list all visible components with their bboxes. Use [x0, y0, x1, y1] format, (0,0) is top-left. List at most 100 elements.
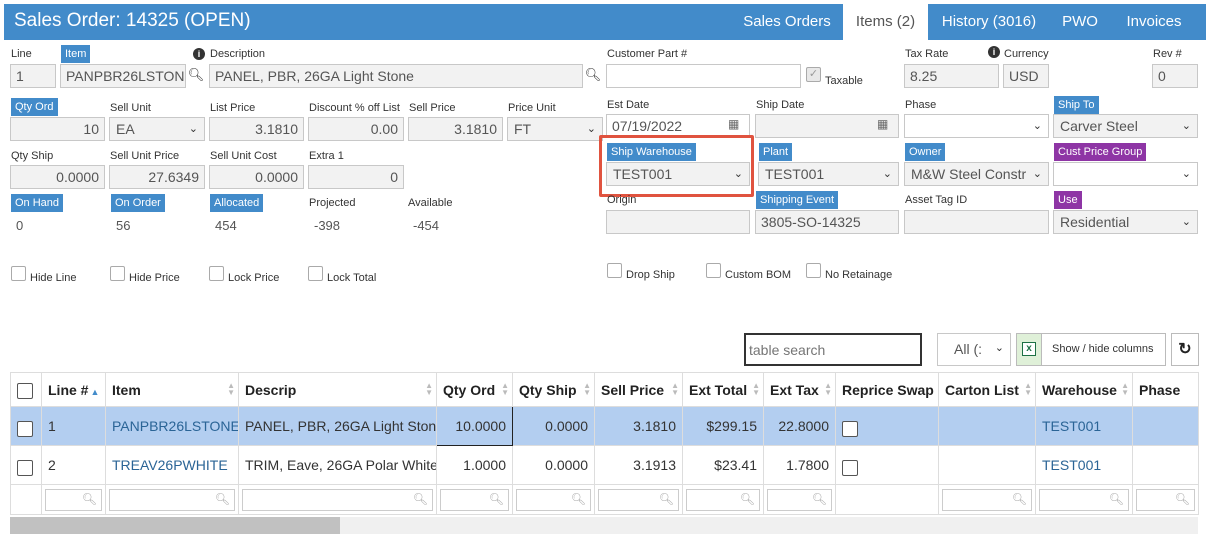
filter-input-descrip[interactable]: 🔍︎ [242, 488, 433, 511]
qty-ship-input[interactable]: 0.0000 [10, 165, 105, 189]
allocated-value: 454 [215, 218, 237, 233]
filter-input-line[interactable]: 🔍︎ [45, 488, 102, 511]
col-item[interactable]: Item ▲ ▼ [105, 372, 239, 407]
table-row[interactable]: 1 PANPBR26LSTONE PANEL, PBR, 26GA Light … [10, 406, 1199, 446]
sell-unit-cost-input[interactable]: 0.0000 [209, 165, 304, 189]
qty-ord-input[interactable]: 10 [10, 117, 105, 141]
col-qty-ship[interactable]: Qty Ship ▲ ▼ [512, 372, 595, 407]
table-row[interactable]: 2 TREAV26PWHITE TRIM, Eave, 26GA Polar W… [10, 445, 1199, 485]
customer-part-input[interactable] [606, 64, 801, 88]
filter-input-ext-total[interactable]: 🔍︎ [686, 488, 760, 511]
origin-label: Origin [607, 194, 637, 206]
discount-input[interactable]: 0.00 [308, 117, 404, 141]
item-search-icon[interactable]: 🔍︎ [186, 64, 206, 88]
row-checkbox[interactable] [17, 460, 33, 476]
shipping-event-input[interactable]: 3805-SO-14325 [755, 210, 899, 234]
col-ext-total[interactable]: Ext Total ▲ ▼ [682, 372, 764, 407]
no-retainage-checkbox[interactable] [806, 263, 821, 278]
tab-history[interactable]: History (3016) [930, 4, 1048, 40]
hide-price-checkbox[interactable] [110, 266, 125, 281]
cell-item-link[interactable]: PANPBR26LSTONE [105, 406, 239, 446]
col-carton-list[interactable]: Carton List ▲ ▼ [938, 372, 1036, 407]
scrollbar-thumb[interactable] [10, 517, 340, 534]
rev-input[interactable]: 0 [1152, 64, 1198, 88]
cell-warehouse-link[interactable]: TEST001 [1035, 445, 1133, 485]
item-input[interactable]: PANPBR26LSTONE [60, 64, 186, 88]
ship-to-select[interactable]: Carver Steel ⌄ [1053, 114, 1198, 138]
tab-invoices[interactable]: Invoices [1112, 4, 1196, 40]
filter-input-ext-tax[interactable]: 🔍︎ [767, 488, 832, 511]
cell-qty-ship: 0.0000 [512, 445, 595, 485]
sort-icon: ▲ ▼ [425, 381, 433, 397]
line-label: Line [11, 48, 32, 60]
tab-sales-orders[interactable]: Sales Orders [732, 4, 842, 40]
info-icon[interactable]: i [193, 48, 205, 60]
description-input[interactable]: PANEL, PBR, 26GA Light Stone [209, 64, 583, 88]
cell-item-link[interactable]: TREAV26PWHITE [105, 445, 239, 485]
filter-input-carton-list[interactable]: 🔍︎ [942, 488, 1032, 511]
currency-input[interactable]: USD [1003, 64, 1049, 88]
taxable-checkbox[interactable]: ✓ [806, 67, 821, 82]
filter-input-sell-price[interactable]: 🔍︎ [598, 488, 679, 511]
col-phase[interactable]: Phase [1132, 372, 1199, 407]
hide-line-checkbox[interactable] [11, 266, 26, 281]
filter-input-qty-ord[interactable]: 🔍︎ [440, 488, 509, 511]
select-all-checkbox[interactable] [17, 382, 33, 399]
col-sell-price[interactable]: Sell Price ▲ ▼ [594, 372, 683, 407]
description-search-icon[interactable]: 🔍︎ [583, 64, 603, 88]
calendar-icon[interactable]: ▦ [877, 117, 888, 131]
col-qty-ord[interactable]: Qty Ord ▲ ▼ [436, 372, 513, 407]
cust-price-group-select[interactable]: ⌄ [1053, 162, 1198, 186]
extra1-input[interactable]: 0 [308, 165, 404, 189]
tab-items[interactable]: Items (2) [843, 4, 928, 40]
phase-select[interactable]: ⌄ [904, 114, 1049, 138]
col-warehouse[interactable]: Warehouse ▲ ▼ [1035, 372, 1133, 407]
show-hide-columns-button[interactable]: x Show / hide columns [1016, 333, 1166, 366]
cell-qty-ord[interactable]: 10.0000 [436, 406, 513, 446]
sort-icon: ▲ ▼ [824, 381, 832, 397]
filter-cell: 🔍︎ [1132, 484, 1199, 515]
refresh-icon[interactable]: ↻ [1171, 333, 1199, 366]
origin-input[interactable] [606, 210, 750, 234]
calendar-icon[interactable]: ▦ [728, 117, 739, 131]
lock-price-checkbox[interactable] [209, 266, 224, 281]
drop-ship-checkbox[interactable] [607, 263, 622, 278]
ship-warehouse-label: Ship Warehouse [607, 143, 696, 161]
reprice-swap-checkbox[interactable] [842, 421, 858, 437]
sell-unit-cost-label: Sell Unit Cost [210, 150, 277, 162]
col-descrip-label: Descrip [245, 381, 297, 398]
tax-rate-input[interactable]: 8.25 [904, 64, 999, 88]
filter-select[interactable]: All (: ⌄ [937, 333, 1011, 366]
price-unit-select[interactable]: FT ⌄ [507, 117, 603, 141]
cell-warehouse-link[interactable]: TEST001 [1035, 406, 1133, 446]
custom-bom-checkbox[interactable] [706, 263, 721, 278]
plant-select[interactable]: TEST001 ⌄ [758, 162, 899, 186]
filter-input-item[interactable]: 🔍︎ [109, 488, 235, 511]
row-checkbox[interactable] [17, 421, 33, 437]
owner-select[interactable]: M&W Steel Constr ⌄ [904, 162, 1049, 186]
currency-info-icon[interactable]: i [988, 46, 1000, 58]
reprice-swap-checkbox[interactable] [842, 460, 858, 476]
filter-input-phase[interactable]: 🔍︎ [1136, 488, 1195, 511]
sell-unit-select[interactable]: EA ⌄ [109, 117, 205, 141]
asset-tag-input[interactable] [904, 210, 1049, 234]
show-hide-columns-label: Show / hide columns [1052, 343, 1154, 355]
use-select[interactable]: Residential ⌄ [1053, 210, 1198, 234]
lock-total-checkbox[interactable] [308, 266, 323, 281]
list-price-input[interactable]: 3.1810 [209, 117, 304, 141]
cell-qty-ord[interactable]: 1.0000 [436, 445, 513, 485]
col-line[interactable]: Line # ▲ [41, 372, 106, 407]
ship-warehouse-select[interactable]: TEST001 ⌄ [606, 162, 750, 186]
excel-icon[interactable]: x [1017, 334, 1042, 365]
table-search-input[interactable] [744, 333, 922, 366]
col-reprice-swap[interactable]: Reprice Swap [835, 372, 939, 407]
sell-price-input[interactable]: 3.1810 [408, 117, 503, 141]
filter-input-warehouse[interactable]: 🔍︎ [1039, 488, 1129, 511]
col-descrip[interactable]: Descrip ▲ ▼ [238, 372, 437, 407]
col-item-label: Item [112, 381, 141, 398]
tab-pwo[interactable]: PWO [1050, 4, 1110, 40]
filter-input-qty-ship[interactable]: 🔍︎ [516, 488, 591, 511]
sell-unit-price-input[interactable]: 27.6349 [109, 165, 205, 189]
col-ext-tax[interactable]: Ext Tax ▲ ▼ [763, 372, 836, 407]
line-input[interactable]: 1 [10, 64, 56, 88]
